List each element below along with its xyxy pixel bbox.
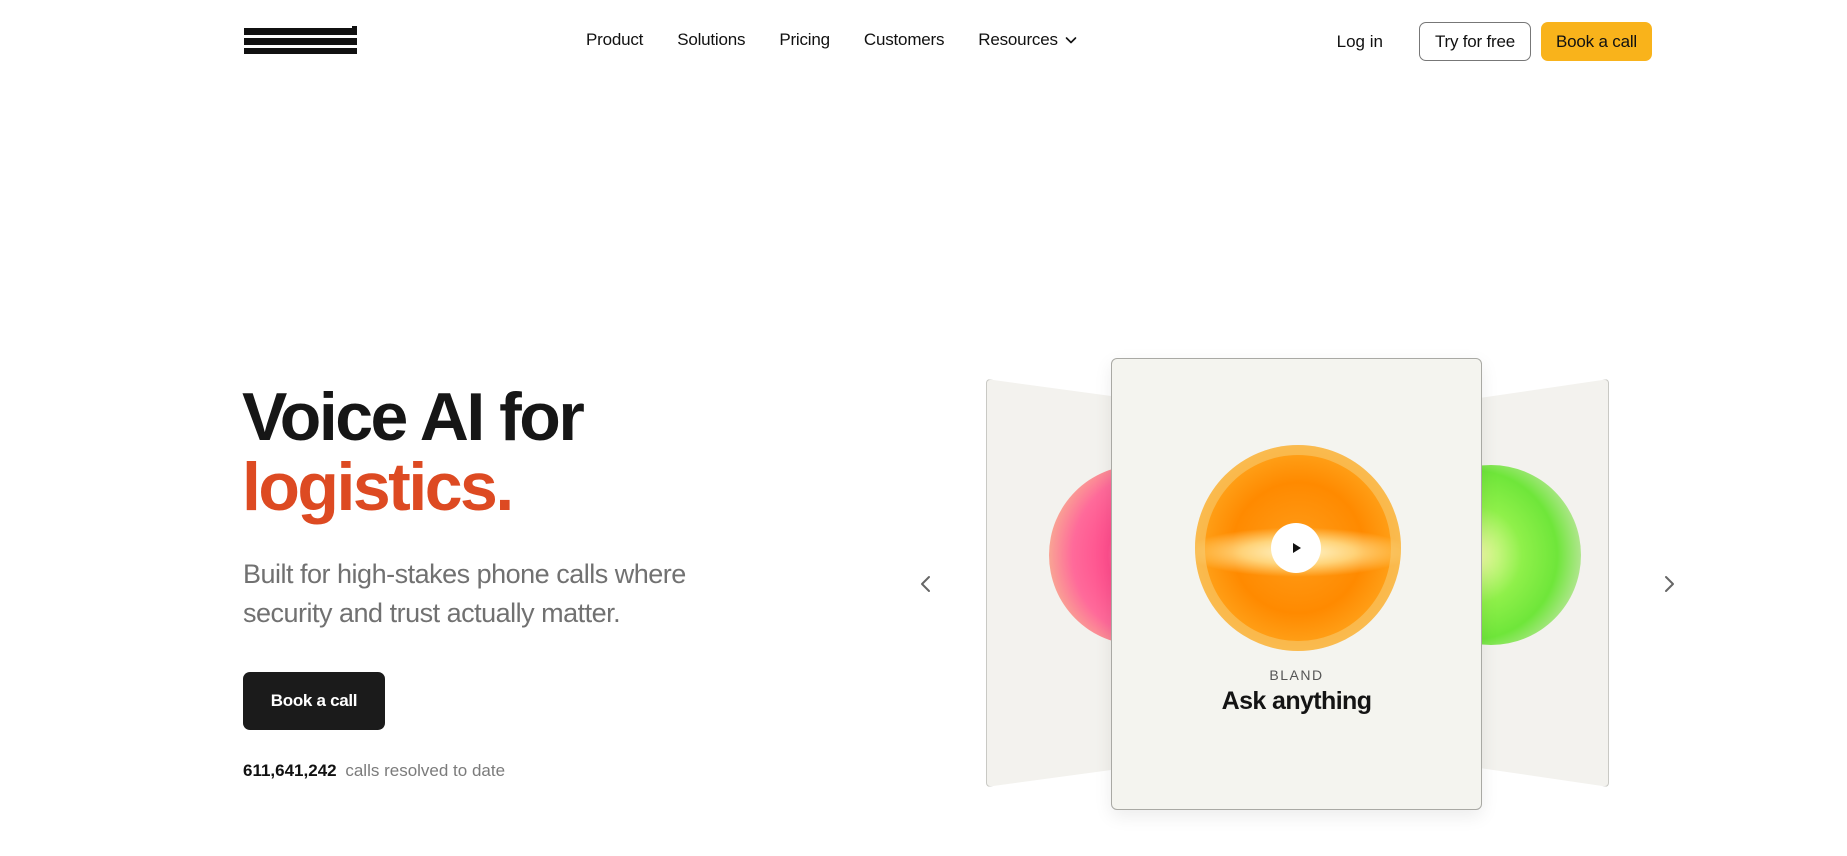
calls-stat: 611,641,242 calls resolved to date bbox=[243, 761, 505, 781]
nav-customers[interactable]: Customers bbox=[864, 30, 945, 50]
chevron-right-icon[interactable] bbox=[1659, 574, 1679, 594]
hero-subtitle: Built for high-stakes phone calls where … bbox=[243, 559, 686, 628]
main-nav: Product Solutions Pricing Customers Reso… bbox=[586, 30, 1078, 50]
page: Product Solutions Pricing Customers Reso… bbox=[0, 0, 1847, 856]
play-button[interactable] bbox=[1271, 523, 1321, 573]
chevron-left-icon[interactable] bbox=[916, 574, 936, 594]
green-orb bbox=[1471, 465, 1581, 645]
chevron-down-icon bbox=[1065, 37, 1077, 44]
orange-orb bbox=[1195, 445, 1401, 651]
login-link[interactable]: Log in bbox=[1337, 32, 1409, 52]
bland-logo[interactable] bbox=[244, 26, 357, 56]
nav-actions: Log in Try for free Book a call bbox=[1337, 22, 1652, 61]
hero-title-accent: logistics. bbox=[242, 449, 514, 525]
nav-solutions[interactable]: Solutions bbox=[677, 30, 745, 50]
calls-stat-label: calls resolved to date bbox=[345, 761, 506, 780]
play-icon bbox=[1293, 543, 1301, 553]
carousel-card-next[interactable] bbox=[1470, 379, 1609, 787]
nav-product[interactable]: Product bbox=[586, 30, 643, 50]
nav-resources-label: Resources bbox=[978, 30, 1058, 49]
calls-stat-number: 611,641,242 bbox=[243, 761, 337, 780]
carousel-card-active[interactable]: BLAND Ask anything bbox=[1111, 358, 1482, 810]
hero-title: Voice AI for logistics. bbox=[242, 379, 585, 525]
card-brand: BLAND bbox=[1269, 667, 1324, 683]
logo-mark bbox=[244, 26, 357, 54]
nav-pricing[interactable]: Pricing bbox=[779, 30, 830, 50]
book-call-nav-button[interactable]: Book a call bbox=[1541, 22, 1652, 61]
nav-resources[interactable]: Resources bbox=[978, 30, 1077, 50]
try-free-button[interactable]: Try for free bbox=[1418, 22, 1532, 61]
book-call-hero-button[interactable]: Book a call bbox=[243, 672, 385, 730]
hero-title-line: Voice AI for bbox=[242, 379, 585, 455]
card-title: Ask anything bbox=[1221, 687, 1372, 715]
